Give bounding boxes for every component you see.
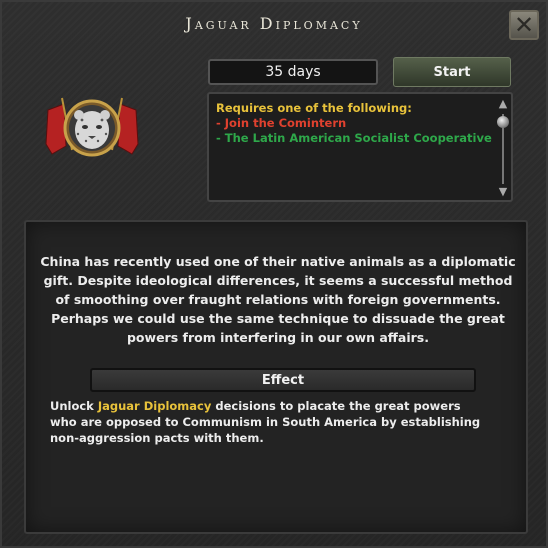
effect-header: Effect [90, 368, 476, 392]
effect-description: Unlock Jaguar Diplomacy decisions to pla… [50, 398, 490, 446]
duration-display: 35 days [208, 59, 378, 85]
requirements-panel: Requires one of the following: - Join th… [207, 92, 513, 202]
requirements-scrollbar[interactable]: ▲ ▼ [497, 98, 509, 198]
requirement-item-comintern: - Join the Comintern [216, 116, 347, 130]
decision-description: China has recently used one of their nat… [40, 254, 516, 345]
start-button[interactable]: Start [393, 57, 511, 87]
description-panel: China has recently used one of their nat… [24, 220, 528, 534]
window-title: Jaguar Diplomacy [185, 14, 363, 33]
close-x-icon: ✕ [513, 11, 535, 39]
close-button[interactable]: ✕ [509, 10, 539, 40]
effect-highlight: Jaguar Diplomacy [97, 399, 212, 413]
requirements-list: Requires one of the following: - Join th… [216, 101, 492, 146]
effect-prefix: Unlock [50, 399, 98, 413]
jaguar-head-emblem-icon [45, 97, 139, 157]
requirements-title: Requires one of the following: [216, 101, 412, 115]
scroll-up-arrow-icon[interactable]: ▲ [497, 98, 509, 110]
decision-window: Jaguar Diplomacy ✕ 35 days Start Require… [0, 0, 548, 548]
requirement-item-cooperative: - The Latin American Socialist Cooperati… [216, 131, 492, 145]
scroll-thumb[interactable] [497, 116, 509, 128]
scroll-down-arrow-icon[interactable]: ▼ [497, 186, 509, 198]
